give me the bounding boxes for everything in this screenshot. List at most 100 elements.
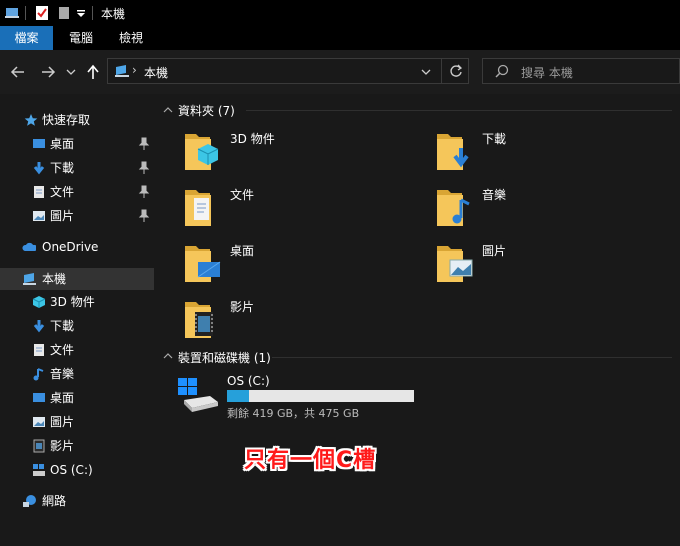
sidebar-item-music[interactable]: 音樂 [0, 363, 154, 385]
tab-view[interactable]: 檢視 [108, 26, 154, 50]
sidebar-item-label: 快速存取 [42, 113, 91, 127]
sidebar-item-label: 圖片 [50, 209, 75, 223]
folder-pictures[interactable]: 圖片 [436, 242, 656, 294]
new-folder-icon[interactable] [58, 5, 70, 21]
sidebar-item-label: 影片 [50, 439, 75, 453]
sidebar-item-downloads[interactable]: 下載 [0, 157, 154, 179]
breadcrumb-this-pc[interactable]: 本機 [144, 64, 168, 81]
forward-arrow-icon[interactable] [40, 65, 56, 79]
document-icon [34, 344, 44, 356]
download-arrow-icon [33, 162, 45, 175]
folder-downloads-icon [437, 134, 469, 170]
annotation-callout: 只有一個C槽 [244, 448, 377, 473]
this-pc-icon [115, 65, 129, 77]
folder-desktop-icon [185, 246, 221, 282]
divider [246, 110, 672, 111]
sidebar-item-label: 本機 [42, 272, 67, 286]
picture-icon [33, 211, 45, 221]
tab-file[interactable]: 檔案 [0, 26, 53, 50]
folder-documents[interactable]: 文件 [184, 186, 404, 238]
sidebar-item-label: 下載 [50, 319, 75, 333]
drive-free-space: 剩餘 419 GB，共 475 GB [227, 407, 360, 420]
drive-os-c[interactable]: OS (C:) 剩餘 419 GB，共 475 GB [176, 372, 426, 420]
sidebar-item-quick-access[interactable]: 快速存取 [0, 109, 154, 131]
collapse-chevron-icon[interactable] [163, 106, 173, 114]
sidebar-item-downloads[interactable]: 下載 [0, 315, 154, 337]
collapse-chevron-icon[interactable] [163, 352, 173, 360]
divider [25, 6, 26, 20]
search-box[interactable]: 搜尋 本機 [482, 58, 680, 84]
sidebar-item-label: 網路 [42, 494, 67, 508]
desktop-icon [33, 393, 45, 402]
desktop-icon [33, 139, 45, 148]
download-arrow-icon [33, 320, 45, 333]
sidebar-item-label: 音樂 [50, 367, 75, 381]
pin-icon[interactable] [138, 137, 150, 151]
folder-downloads[interactable]: 下載 [436, 130, 656, 182]
search-input[interactable]: 搜尋 本機 [521, 64, 573, 81]
sidebar-item-documents[interactable]: 文件 [0, 339, 154, 361]
folder-documents-icon [185, 190, 211, 226]
address-dropdown-icon[interactable] [421, 68, 431, 76]
cloud-icon [22, 242, 36, 251]
this-pc-icon[interactable] [4, 5, 20, 21]
sidebar-item-pictures[interactable]: 圖片 [0, 411, 154, 433]
breadcrumb-chevron-icon[interactable]: › [132, 63, 137, 77]
folder-3d-objects-icon [185, 134, 219, 170]
sidebar-item-3d-objects[interactable]: 3D 物件 [0, 291, 154, 313]
folders-section-title[interactable]: 資料夾 (7) [178, 102, 235, 119]
up-arrow-icon[interactable] [86, 64, 100, 80]
music-note-icon [33, 368, 44, 381]
search-icon [495, 64, 509, 78]
sidebar-item-label: 文件 [50, 185, 75, 199]
folder-3d-objects[interactable]: 3D 物件 [184, 130, 404, 182]
properties-icon[interactable] [35, 5, 49, 21]
film-icon [33, 439, 45, 453]
folder-desktop[interactable]: 桌面 [184, 242, 404, 294]
drive-name: OS (C:) [227, 374, 270, 388]
address-bar[interactable]: › 本機 [107, 58, 469, 84]
this-pc-icon [23, 273, 36, 285]
recent-locations-chevron-icon[interactable] [66, 68, 76, 76]
folder-label: 3D 物件 [230, 132, 275, 146]
refresh-icon[interactable] [449, 64, 463, 78]
star-icon [24, 114, 38, 126]
pin-icon[interactable] [138, 161, 150, 175]
sidebar-item-label: 桌面 [50, 137, 75, 151]
sidebar-item-label: 文件 [50, 343, 75, 357]
sidebar-item-documents[interactable]: 文件 [0, 181, 154, 203]
back-arrow-icon[interactable] [10, 65, 26, 79]
cube-icon [32, 296, 46, 308]
sidebar-item-desktop[interactable]: 桌面 [0, 133, 154, 155]
customize-toolbar-icon[interactable] [76, 9, 86, 19]
folder-label: 圖片 [482, 244, 507, 258]
folder-label: 影片 [230, 300, 255, 314]
pin-icon[interactable] [138, 209, 150, 223]
sidebar-item-label: 桌面 [50, 391, 75, 405]
sidebar-item-this-pc[interactable]: 本機 [0, 268, 154, 290]
sidebar-item-label: OneDrive [42, 240, 99, 254]
folder-music[interactable]: 音樂 [436, 186, 656, 238]
sidebar-item-label: 下載 [50, 161, 75, 175]
divider [272, 357, 672, 358]
ribbon-tabs: 檔案 電腦 檢視 [0, 26, 680, 50]
sidebar-item-onedrive[interactable]: OneDrive [0, 236, 154, 258]
drive-usage-fill [227, 390, 250, 402]
drive-icon [33, 464, 45, 476]
pin-icon[interactable] [138, 185, 150, 199]
picture-icon [33, 417, 45, 427]
sidebar-item-videos[interactable]: 影片 [0, 435, 154, 457]
folder-pictures-icon [437, 246, 473, 282]
sidebar-item-os-drive[interactable]: OS (C:) [0, 459, 154, 481]
sidebar-item-pictures[interactable]: 圖片 [0, 205, 154, 227]
devices-section-title[interactable]: 裝置和磁碟機 (1) [178, 349, 271, 366]
folder-label: 文件 [230, 188, 255, 202]
windows-drive-icon [178, 378, 218, 412]
sidebar-item-desktop[interactable]: 桌面 [0, 387, 154, 409]
divider [92, 6, 93, 20]
folder-videos-icon [185, 302, 213, 338]
folder-videos[interactable]: 影片 [184, 298, 404, 350]
title-bar: 本機 [0, 0, 680, 26]
tab-computer[interactable]: 電腦 [58, 26, 104, 50]
sidebar-item-network[interactable]: 網路 [0, 490, 154, 512]
